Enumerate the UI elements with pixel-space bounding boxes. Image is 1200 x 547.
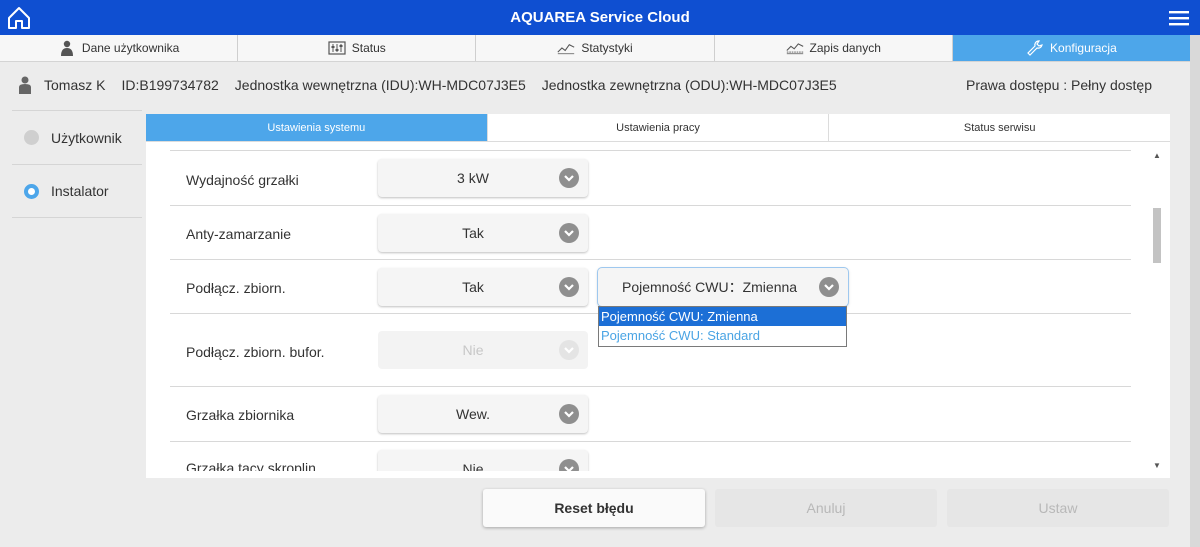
role-sidebar: Użytkownik Instalator xyxy=(12,110,142,218)
setting-label: Wydajność grzałki xyxy=(186,172,299,188)
setting-row: Podłącz. zbiorn. Tak Pojemność CWU：Zmien… xyxy=(170,259,1131,313)
tab-service-status[interactable]: Status serwisu xyxy=(829,114,1171,141)
dhw-capacity-options: Pojemność CWU: Zmienna Pojemność CWU: St… xyxy=(598,306,847,347)
setting-row: Grzałka zbiornika Wew. xyxy=(170,386,1131,441)
set-button[interactable]: Ustaw xyxy=(947,489,1169,527)
access-rights: Prawa dostępu : Pełny dostęp xyxy=(965,77,1152,93)
data-log-icon xyxy=(785,43,803,55)
user-icon xyxy=(19,76,31,94)
buffer-tank-select: Nie xyxy=(378,331,588,369)
chevron-down-icon xyxy=(559,223,579,243)
app-title: AQUAREA Service Cloud xyxy=(510,9,690,26)
window-edge xyxy=(1190,35,1200,547)
tab-configuration[interactable]: Konfiguracja xyxy=(952,35,1191,61)
sliders-icon xyxy=(328,41,346,55)
chevron-down-icon xyxy=(559,404,579,424)
reset-error-button[interactable]: Reset błędu xyxy=(483,489,705,527)
tab-label: Konfiguracja xyxy=(1050,41,1117,55)
scroll-down-icon[interactable]: ▼ xyxy=(1150,460,1164,472)
tab-statistics[interactable]: Statystyki xyxy=(476,35,715,61)
tab-data-log[interactable]: Zapis danych xyxy=(714,35,953,61)
hamburger-menu-icon[interactable] xyxy=(1168,8,1190,28)
dropdown-option[interactable]: Pojemność CWU: Standard xyxy=(599,326,846,345)
radio-selected-icon[interactable] xyxy=(24,183,39,199)
setting-label: Podłącz. zbiorn. bufor. xyxy=(186,344,325,360)
settings-panel: Ustawienia systemu Ustawienia pracy Stat… xyxy=(146,114,1171,478)
tab-system-settings[interactable]: Ustawienia systemu xyxy=(146,114,488,141)
tab-label: Status xyxy=(351,41,386,55)
chart-line-icon xyxy=(557,44,575,55)
setting-label: Grzałka zbiornika xyxy=(186,407,295,423)
person-icon xyxy=(60,40,73,56)
tab-label: Statystyki xyxy=(581,41,633,55)
select-value: Wew. xyxy=(456,406,490,422)
setting-label: Grzałka tacy skroplin xyxy=(186,460,316,471)
heater-capacity-select[interactable]: 3 kW xyxy=(378,159,588,197)
sidebar-item-label: Instalator xyxy=(51,183,109,199)
chevron-down-icon xyxy=(559,277,579,297)
chevron-down-icon xyxy=(819,277,839,297)
scroll-up-icon[interactable]: ▲ xyxy=(1150,150,1164,162)
settings-scrollbar[interactable]: ▲ ▼ xyxy=(1150,150,1164,472)
tab-label: Zapis danych xyxy=(809,41,881,55)
outdoor-unit: Jednostka zewnętrzna (ODU):WH-MDC07J3E5 xyxy=(541,77,837,93)
app-header: AQUAREA Service Cloud xyxy=(0,0,1200,35)
user-id: ID:B199734782 xyxy=(121,77,219,93)
select-value: Nie xyxy=(462,461,484,471)
sidebar-item-label: Użytkownik xyxy=(51,129,122,146)
select-value: Pojemność CWU：Zmienna xyxy=(622,279,798,295)
sub-tabs: Ustawienia systemu Ustawienia pracy Stat… xyxy=(146,114,1171,142)
tab-user-data[interactable]: Dane użytkownika xyxy=(0,35,239,61)
scroll-thumb[interactable] xyxy=(1153,208,1161,263)
drip-tray-heater-select[interactable]: Nie xyxy=(378,450,588,471)
chevron-down-icon xyxy=(559,459,579,471)
main-tabs: Dane użytkownika Status Statystyki Zapis… xyxy=(0,35,1191,62)
select-value: 3 kW xyxy=(457,170,489,186)
chevron-down-icon xyxy=(559,340,579,360)
tank-heater-select[interactable]: Wew. xyxy=(378,395,588,433)
anti-freeze-select[interactable]: Tak xyxy=(378,214,588,252)
tab-operation-settings[interactable]: Ustawienia pracy xyxy=(487,114,830,141)
wrench-icon xyxy=(1027,40,1043,56)
tank-connection-select[interactable]: Tak xyxy=(378,268,588,306)
sidebar-item-user[interactable]: Użytkownik xyxy=(12,110,142,164)
sidebar-item-installer[interactable]: Instalator xyxy=(12,164,142,218)
indoor-unit: Jednostka wewnętrzna (IDU):WH-MDC07J3E5 xyxy=(234,77,526,93)
select-value: Nie xyxy=(462,342,484,358)
select-value: Tak xyxy=(462,225,484,241)
setting-label: Podłącz. zbiorn. xyxy=(186,280,286,296)
setting-row: Wydajność grzałki 3 kW xyxy=(170,150,1131,205)
tab-label: Dane użytkownika xyxy=(81,41,180,55)
select-value: Tak xyxy=(462,279,484,295)
user-info-bar: Tomasz K ID:B199734782 Jednostka wewnętr… xyxy=(0,62,1190,108)
setting-row: Anty-zamarzanie Tak xyxy=(170,205,1131,259)
chevron-down-icon xyxy=(559,168,579,188)
setting-label: Anty-zamarzanie xyxy=(186,226,292,242)
tab-status[interactable]: Status xyxy=(238,35,477,61)
radio-unselected-icon[interactable] xyxy=(24,130,39,145)
dropdown-option[interactable]: Pojemność CWU: Zmienna xyxy=(599,307,846,326)
cancel-button[interactable]: Anuluj xyxy=(715,489,937,527)
user-name: Tomasz K xyxy=(44,77,106,93)
setting-row: Grzałka tacy skroplin Nie xyxy=(170,441,1131,471)
dhw-capacity-select[interactable]: Pojemność CWU：Zmienna xyxy=(598,268,848,306)
